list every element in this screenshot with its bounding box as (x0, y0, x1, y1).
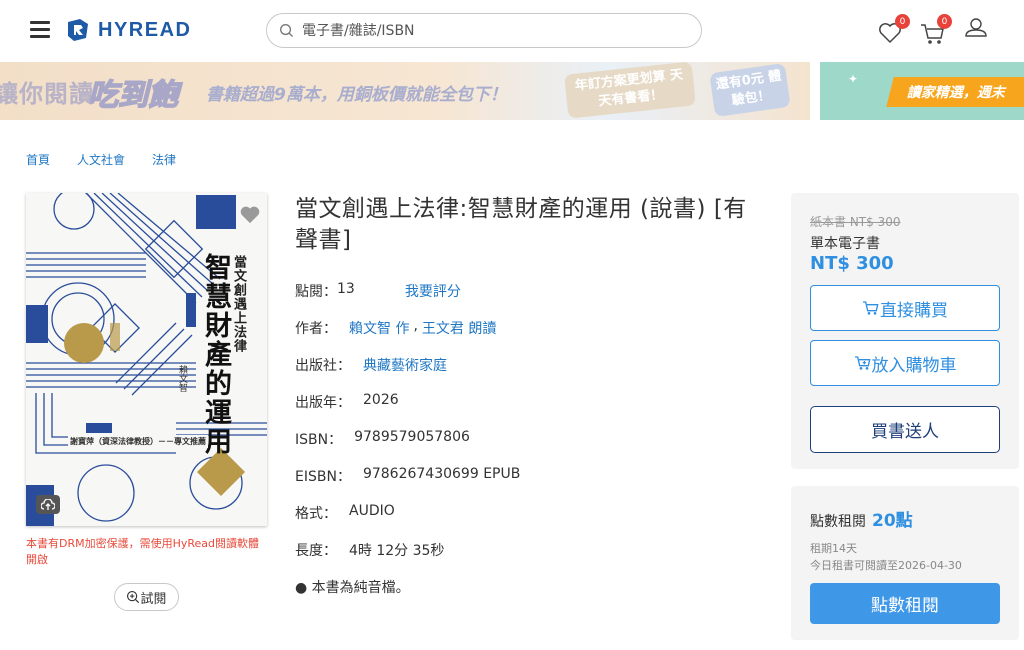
rent-label: 點數租閱 (810, 514, 866, 530)
wishlist-count-badge: 0 (895, 14, 910, 29)
sparkle-icon: ✦ (848, 72, 859, 86)
favorite-button[interactable] (239, 205, 261, 225)
narrator-link[interactable]: 王文君 朗讀 (422, 318, 496, 338)
publisher-link[interactable]: 典藏藝術家庭 (363, 355, 447, 375)
drm-note: 本書有DRM加密保護，需使用HyRead閱讀軟體開啟 (26, 537, 260, 566)
ebook-type: 單本電子書 (810, 236, 880, 252)
trial-button[interactable]: 試閱 (114, 583, 179, 611)
format-value: AUDIO (349, 503, 395, 519)
add-to-cart-button[interactable]: 放入購物車 (810, 340, 1000, 386)
author-label: 作者： (295, 321, 337, 337)
rent-points: 20點 (872, 511, 913, 531)
length-value: 4時 12分 35秒 (349, 543, 445, 559)
search-icon[interactable] (279, 23, 294, 38)
ebook-price: NT$ 300 (810, 253, 894, 274)
format-row: 格式： AUDIO (295, 503, 395, 523)
wishlist-button[interactable]: 0 (878, 14, 910, 46)
banner-badge-annual: 年訂方案更划算 天天有書看！ (564, 62, 696, 119)
breadcrumb: 首頁 人文社會 法律 (26, 151, 203, 168)
length-label: 長度： (295, 543, 337, 559)
views-count: 13 (337, 281, 355, 297)
side-banner-tag: 讀家精選，週末 (886, 77, 1024, 107)
banner-badge-free: 還有0元 體驗包！ (709, 62, 791, 118)
publisher-row: 出版社： 典藏藝術家庭 (295, 355, 447, 375)
cover-blurb: 謝寶萍（資深法律教授）－－專文推薦 (68, 435, 208, 448)
account-button[interactable] (964, 16, 990, 40)
add-to-cart-label: 放入購物車 (871, 355, 957, 376)
eisbn-row: EISBN： 9786267430699 EPUB (295, 466, 520, 486)
promo-banner[interactable]: 讓你閱讀 吃到飽 書籍超過9萬本，用銅板價就能全包下！ 年訂方案更划算 天天有書… (0, 62, 810, 120)
year-row: 出版年： 2026 (295, 392, 399, 412)
top-header: HYREAD 0 0 (0, 0, 1024, 62)
user-icon (965, 18, 987, 37)
cart-count-badge: 0 (937, 14, 952, 29)
breadcrumb-category[interactable]: 人文社會 (77, 151, 125, 168)
rent-button[interactable]: 點數租閱 (810, 583, 1000, 624)
year-value: 2026 (363, 392, 399, 408)
rent-title: 點數租閱 20點 (810, 506, 913, 531)
views-row: 點閱： 13 我要評分 (295, 281, 461, 301)
isbn-value: 9789579057806 (354, 429, 470, 445)
logo-icon (68, 19, 88, 41)
search-input[interactable] (302, 22, 682, 39)
promo-banner-side[interactable]: ✦ 讀家精選，週末 (820, 62, 1024, 120)
menu-icon[interactable] (30, 21, 50, 38)
views-label: 點閱： (295, 284, 337, 300)
audio-note: ● 本書為純音檔。 (295, 580, 410, 596)
eisbn-label: EISBN： (295, 469, 351, 485)
logo[interactable]: HYREAD (66, 18, 191, 42)
cart-button[interactable]: 0 (920, 14, 952, 46)
book-cover[interactable]: 當文創遇上法律 智慧財產的運用 賴文智 謝寶萍（資深法律教授）－－專文推薦 (26, 193, 267, 526)
gift-button[interactable]: 買書送人 (810, 406, 1000, 453)
rent-until: 今日租書可閱讀至2026-04-30 (810, 559, 962, 572)
paper-price: 紙本書 NT$ 300 (810, 215, 901, 229)
cart-add-icon (854, 356, 870, 370)
banner-text-2: 書籍超過9萬本，用銅板價就能全包下！ (206, 85, 507, 105)
search-bar[interactable] (266, 13, 702, 48)
heart-icon (240, 206, 260, 224)
zoom-in-icon (127, 591, 140, 604)
rent-period: 租期14天 (810, 542, 857, 555)
cloud-share-icon (41, 498, 55, 510)
cover-author: 賴文智 (177, 365, 187, 392)
buy-now-label: 直接購買 (880, 300, 948, 321)
cart-icon (863, 301, 879, 315)
trial-label: 試閱 (140, 591, 167, 607)
isbn-label: ISBN： (295, 432, 343, 448)
banner-text-1: 讓你閱讀 (0, 80, 94, 108)
author-row: 作者： 賴文智 作 , 王文君 朗讀 (295, 318, 497, 338)
author-link[interactable]: 賴文智 作 (349, 318, 409, 338)
breadcrumb-subcategory[interactable]: 法律 (152, 151, 176, 168)
buy-now-button[interactable]: 直接購買 (810, 285, 1000, 331)
logo-text: HYREAD (98, 18, 192, 41)
share-button[interactable] (36, 495, 60, 514)
cover-title: 智慧財產的運用 (200, 253, 231, 456)
eisbn-value: 9786267430699 EPUB (362, 466, 521, 482)
year-label: 出版年： (295, 395, 351, 411)
banner-highlight: 吃到飽 (87, 77, 179, 114)
isbn-row: ISBN： 9789579057806 (295, 429, 470, 449)
length-row: 長度： 4時 12分 35秒 (295, 540, 444, 560)
breadcrumb-home[interactable]: 首頁 (26, 151, 50, 168)
book-title: 當文創遇上法律:智慧財產的運用 (說書) [有聲書] (295, 196, 747, 253)
format-label: 格式： (295, 506, 337, 522)
publisher-label: 出版社： (295, 358, 351, 374)
rate-link[interactable]: 我要評分 (405, 281, 461, 301)
